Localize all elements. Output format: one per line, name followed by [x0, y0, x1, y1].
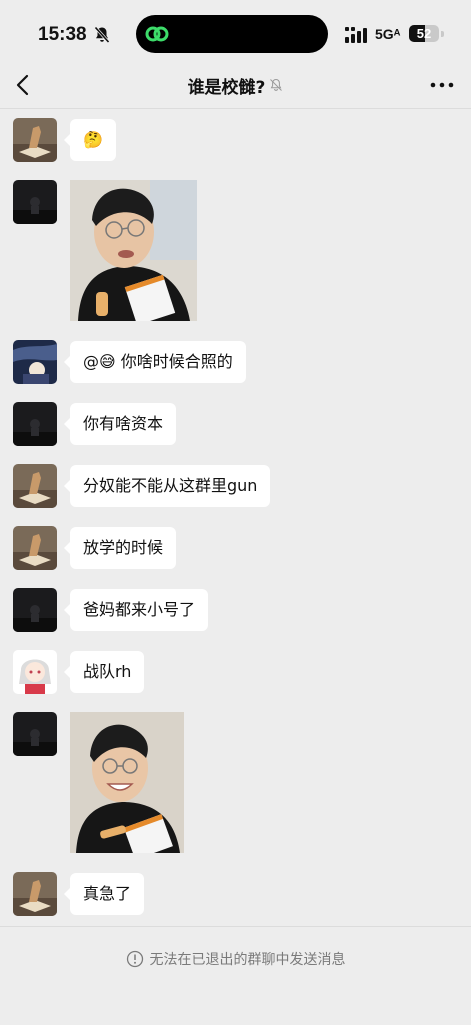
dynamic-island	[136, 15, 328, 53]
message-bubble[interactable]: 你有啥资本	[63, 403, 177, 445]
info-circle-icon	[126, 950, 143, 968]
message-bubble[interactable]: 爸妈都来小号了	[63, 589, 209, 631]
battery-cap	[441, 31, 444, 37]
input-disabled-bar: 无法在已退出的群聊中发送消息	[0, 926, 471, 1025]
chat-title: 谁是校雠?	[187, 77, 266, 98]
avatar-cartoon[interactable]	[13, 650, 57, 694]
battery-percent: 52	[416, 26, 432, 41]
avatar-book[interactable]	[13, 872, 57, 916]
battery-icon: 52	[409, 25, 439, 42]
avatar-night[interactable]	[13, 712, 57, 756]
chat-header: 谁是校雠?	[0, 62, 471, 109]
message-photo[interactable]	[70, 180, 197, 321]
avatar-book[interactable]	[13, 464, 57, 508]
mute-bell-icon	[270, 78, 283, 91]
status-bar: 15:38 5Gᴬ 52	[0, 0, 471, 70]
avatar-anime[interactable]	[13, 340, 57, 384]
message-bubble[interactable]: 🤔	[64, 119, 116, 161]
avatar-night[interactable]	[13, 588, 57, 632]
message-bubble[interactable]: @😅 你啥时候合照的	[64, 341, 246, 383]
message-bubble[interactable]: 真急了	[63, 873, 145, 915]
exited-group-notice: 无法在已退出的群聊中发送消息	[0, 949, 471, 969]
notice-text: 无法在已退出的群聊中发送消息	[149, 952, 346, 968]
more-options-icon[interactable]	[430, 81, 454, 89]
status-time: 15:38	[38, 24, 87, 45]
title-wrap: 谁是校雠?	[0, 62, 471, 108]
network-type: 5Gᴬ	[375, 26, 401, 42]
link-app-icon	[145, 26, 169, 42]
message-bubble[interactable]: 分奴能不能从这群里gun	[63, 465, 271, 507]
signal-icon	[345, 27, 367, 43]
avatar-night[interactable]	[13, 180, 57, 224]
message-photo[interactable]	[70, 712, 184, 853]
avatar-book[interactable]	[13, 526, 57, 570]
avatar-night[interactable]	[13, 402, 57, 446]
avatar-book[interactable]	[13, 118, 57, 162]
message-bubble[interactable]: 放学的时候	[63, 527, 177, 569]
bell-slash-icon	[94, 26, 110, 44]
message-bubble[interactable]: 战队rh	[63, 651, 145, 693]
